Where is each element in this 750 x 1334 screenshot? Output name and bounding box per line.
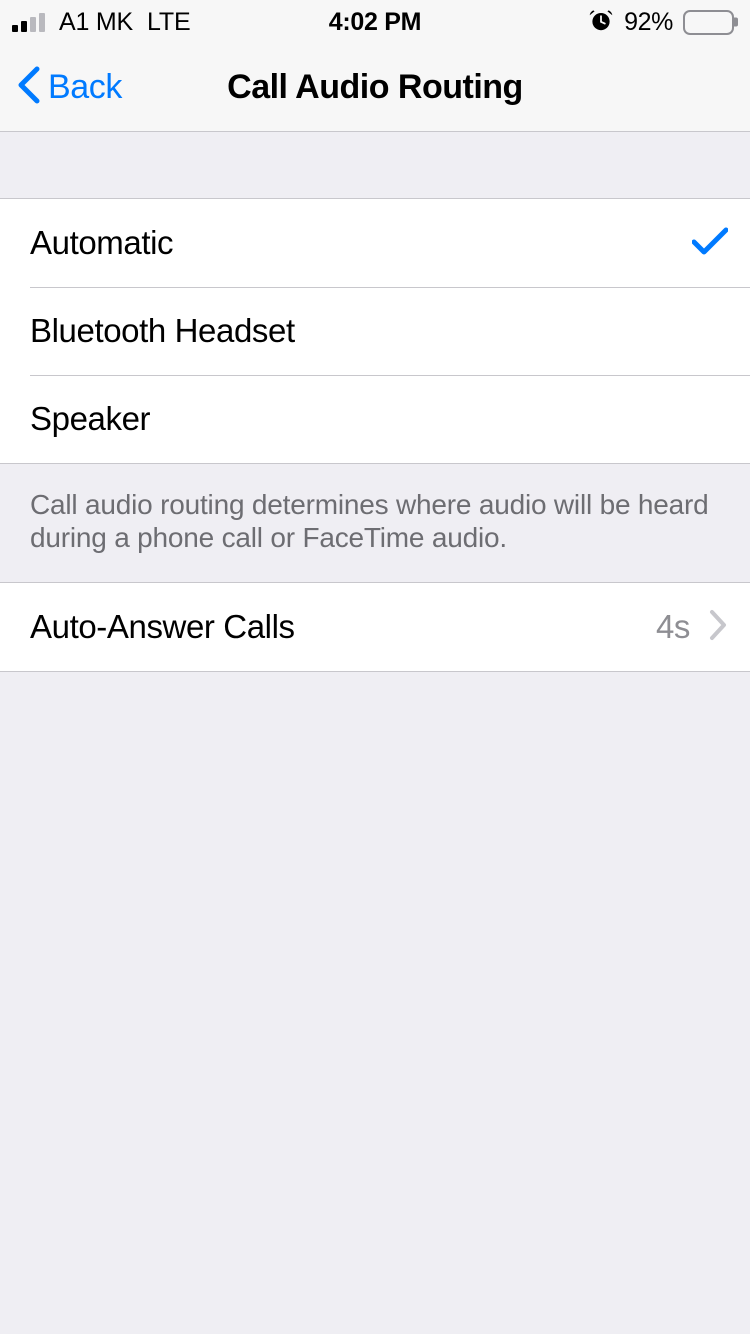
routing-option-speaker[interactable]: Speaker <box>0 375 750 463</box>
navigation-bar: Back Call Audio Routing <box>0 44 750 132</box>
phone-screen: A1 MK LTE 4:02 PM 92% Back Call Audio Ro… <box>0 0 750 1334</box>
section-footer-note: Call audio routing determines where audi… <box>0 464 750 584</box>
back-button[interactable]: Back <box>0 63 122 112</box>
network-type-label: LTE <box>147 7 191 36</box>
back-button-label: Back <box>48 68 122 106</box>
empty-area <box>0 672 750 1334</box>
routing-option-automatic[interactable]: Automatic <box>0 199 750 287</box>
routing-option-label: Speaker <box>30 400 151 437</box>
auto-answer-calls-label: Auto-Answer Calls <box>30 608 295 646</box>
battery-percentage: 92% <box>624 7 673 36</box>
top-section-spacer <box>0 132 750 199</box>
alarm-clock-icon <box>588 7 614 38</box>
checkmark-icon <box>691 226 729 261</box>
routing-options-group: Automatic Bluetooth Headset Speaker <box>0 199 750 464</box>
carrier-name: A1 MK <box>59 7 134 36</box>
auto-answer-group: Auto-Answer Calls 4s <box>0 583 750 673</box>
chevron-left-icon <box>16 63 42 112</box>
settings-content: Automatic Bluetooth Headset Speaker Call… <box>0 132 750 1334</box>
battery-icon <box>683 9 734 35</box>
auto-answer-accessory: 4s <box>656 608 728 647</box>
routing-option-accessory <box>691 226 729 261</box>
chevron-right-icon <box>708 608 728 647</box>
cellular-signal-icon <box>12 12 45 32</box>
routing-option-label: Automatic <box>30 224 174 261</box>
auto-answer-value: 4s <box>655 608 690 646</box>
status-bar-left: A1 MK LTE <box>12 7 191 37</box>
routing-option-bluetooth-headset[interactable]: Bluetooth Headset <box>0 287 750 375</box>
status-bar-right: 92% <box>588 7 734 38</box>
footer-note-text: Call audio routing determines where audi… <box>30 489 709 554</box>
auto-answer-calls-row[interactable]: Auto-Answer Calls 4s <box>0 583 750 672</box>
status-bar: A1 MK LTE 4:02 PM 92% <box>0 0 750 44</box>
routing-option-label: Bluetooth Headset <box>30 312 295 349</box>
